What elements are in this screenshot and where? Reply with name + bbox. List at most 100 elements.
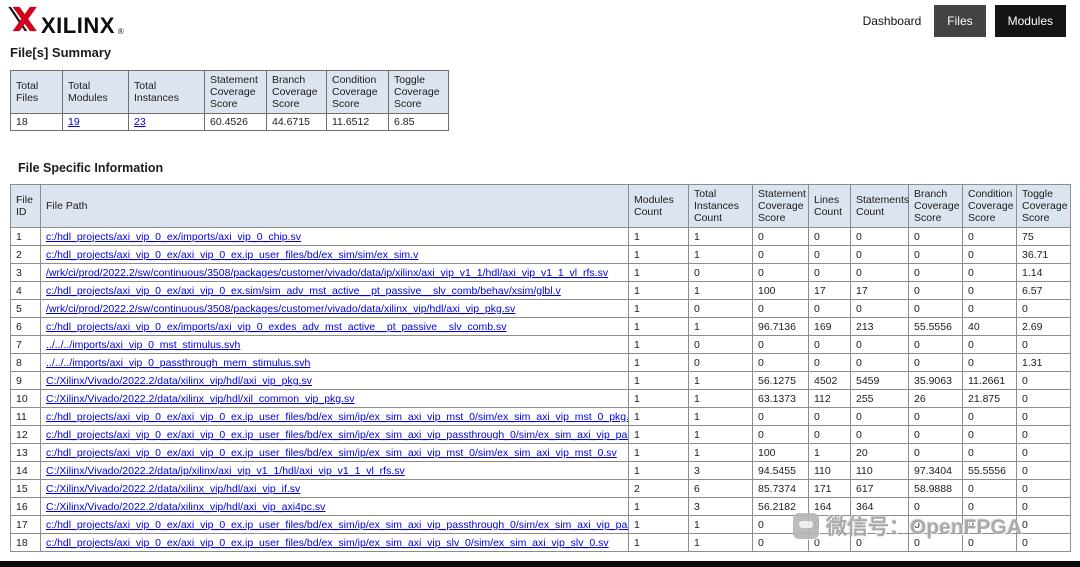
total-modules-cell: 19: [62, 113, 129, 131]
metric-cell: 0: [1016, 425, 1071, 444]
metric-cell: 364: [850, 497, 909, 516]
metric-cell: 0: [688, 299, 753, 318]
file-id-cell: 15: [10, 479, 41, 498]
metric-cell: 6.57: [1016, 281, 1071, 300]
metric-cell: 0: [850, 353, 909, 372]
col-file-path: File Path: [40, 184, 629, 228]
metric-cell: 1: [628, 317, 689, 336]
file-path-link[interactable]: c:/hdl_projects/axi_vip_0_ex/axi_vip_0_e…: [46, 537, 609, 549]
metric-cell: 26: [908, 389, 963, 408]
nav-modules[interactable]: Modules: [994, 5, 1066, 37]
metric-cell: 110: [850, 461, 909, 480]
file-path-cell: c:/hdl_projects/axi_vip_0_ex/imports/axi…: [40, 317, 629, 336]
metric-cell: 0: [752, 353, 809, 372]
metric-cell: 1: [628, 353, 689, 372]
file-path-cell: c:/hdl_projects/axi_vip_0_ex/axi_vip_0_e…: [40, 515, 629, 534]
file-path-link[interactable]: C:/Xilinx/Vivado/2022.2/data/ip/xilinx/a…: [46, 465, 405, 477]
file-path-link[interactable]: C:/Xilinx/Vivado/2022.2/data/xilinx_vip/…: [46, 501, 325, 513]
metric-cell: 0: [908, 299, 963, 318]
metric-cell: 0: [962, 245, 1017, 264]
metric-cell: 0: [752, 425, 809, 444]
brand-name: XILINX: [41, 12, 115, 38]
summary-value-row: 18 19 23 60.4526 44.6715 11.6512 6.85: [10, 113, 449, 131]
metric-cell: 1: [628, 389, 689, 408]
metric-cell: 0: [688, 335, 753, 354]
file-path-link[interactable]: ../../../imports/axi_vip_0_passthrough_m…: [46, 357, 310, 369]
metric-cell: 0: [908, 515, 963, 534]
file-path-link[interactable]: C:/Xilinx/Vivado/2022.2/data/xilinx_vip/…: [46, 375, 312, 387]
file-id-cell: 18: [10, 533, 41, 552]
table-row: 14 C:/Xilinx/Vivado/2022.2/data/ip/xilinx…: [10, 461, 1071, 480]
metric-cell: 0: [752, 335, 809, 354]
metric-cell: 0: [962, 335, 1017, 354]
metric-cell: 0: [850, 335, 909, 354]
col-toggle-coverage: Toggle Coverage Score: [1016, 184, 1071, 228]
table-row: 11 c:/hdl_projects/axi_vip_0_ex/axi_vip_0…: [10, 407, 1071, 426]
metric-cell: 97.3404: [908, 461, 963, 480]
metric-cell: 17: [850, 281, 909, 300]
nav-files[interactable]: Files: [934, 5, 986, 37]
metric-cell: 0: [850, 263, 909, 282]
file-path-cell: c:/hdl_projects/axi_vip_0_ex/imports/axi…: [40, 227, 629, 246]
table-row: 13 c:/hdl_projects/axi_vip_0_ex/axi_vip_0…: [10, 443, 1071, 462]
metric-cell: 4502: [808, 371, 851, 390]
table-row: 6 c:/hdl_projects/axi_vip_0_ex/imports/ax…: [10, 317, 1071, 336]
metric-cell: 1: [688, 533, 753, 552]
total-modules-link[interactable]: 19: [68, 116, 80, 128]
metric-cell: 58.9888: [908, 479, 963, 498]
file-path-link[interactable]: /wrk/ci/prod/2022.2/sw/continuous/3508/p…: [46, 303, 515, 315]
metric-cell: 1: [688, 515, 753, 534]
file-path-link[interactable]: c:/hdl_projects/axi_vip_0_ex/imports/axi…: [46, 231, 301, 243]
table-row: 1 c:/hdl_projects/axi_vip_0_ex/imports/ax…: [10, 227, 1071, 246]
metric-cell: 0: [1016, 407, 1071, 426]
metric-cell: 56.2182: [752, 497, 809, 516]
total-files-value: 18: [10, 113, 63, 131]
summary-header-total-files: Total Files: [10, 70, 63, 114]
col-lines-count: Lines Count: [808, 184, 851, 228]
col-condition-coverage: Condition Coverage Score: [962, 184, 1017, 228]
metric-cell: 0: [962, 281, 1017, 300]
metric-cell: 0: [752, 515, 809, 534]
metric-cell: 0: [1016, 461, 1071, 480]
file-path-link[interactable]: c:/hdl_projects/axi_vip_0_ex/axi_vip_0_e…: [46, 519, 628, 531]
col-modules-count: Modules Count: [628, 184, 689, 228]
total-instances-link[interactable]: 23: [134, 116, 146, 128]
metric-cell: 0: [908, 263, 963, 282]
file-path-cell: c:/hdl_projects/axi_vip_0_ex/axi_vip_0_e…: [40, 443, 629, 462]
metric-cell: 0: [962, 407, 1017, 426]
metric-cell: 164: [808, 497, 851, 516]
metric-cell: 2: [628, 479, 689, 498]
metric-cell: 0: [808, 335, 851, 354]
file-path-link[interactable]: c:/hdl_projects/axi_vip_0_ex/axi_vip_0_e…: [46, 285, 561, 297]
table-row: 2 c:/hdl_projects/axi_vip_0_ex/axi_vip_0_…: [10, 245, 1071, 264]
metric-cell: 0: [962, 227, 1017, 246]
file-path-link[interactable]: c:/hdl_projects/axi_vip_0_ex/axi_vip_0_e…: [46, 249, 418, 261]
file-path-link[interactable]: c:/hdl_projects/axi_vip_0_ex/imports/axi…: [46, 321, 507, 333]
metric-cell: 21.875: [962, 389, 1017, 408]
metric-cell: 36.71: [1016, 245, 1071, 264]
file-path-cell: C:/Xilinx/Vivado/2022.2/data/xilinx_vip/…: [40, 371, 629, 390]
metric-cell: 0: [908, 281, 963, 300]
file-path-link[interactable]: c:/hdl_projects/axi_vip_0_ex/axi_vip_0_e…: [46, 411, 628, 423]
col-statements-count: Statements Count: [850, 184, 909, 228]
file-path-cell: C:/Xilinx/Vivado/2022.2/data/xilinx_vip/…: [40, 497, 629, 516]
file-path-link[interactable]: c:/hdl_projects/axi_vip_0_ex/axi_vip_0_e…: [46, 447, 617, 459]
metric-cell: 3: [688, 461, 753, 480]
metric-cell: 213: [850, 317, 909, 336]
file-path-link[interactable]: ../../../imports/axi_vip_0_mst_stimulus.…: [46, 339, 240, 351]
metric-cell: 0: [1016, 533, 1071, 552]
metric-cell: 0: [908, 497, 963, 516]
metric-cell: 617: [850, 479, 909, 498]
file-path-link[interactable]: C:/Xilinx/Vivado/2022.2/data/xilinx_vip/…: [46, 483, 300, 495]
metric-cell: 0: [808, 425, 851, 444]
metric-cell: 0: [808, 515, 851, 534]
nav-dashboard[interactable]: Dashboard: [859, 5, 926, 37]
metric-cell: 0: [1016, 389, 1071, 408]
file-path-link[interactable]: c:/hdl_projects/axi_vip_0_ex/axi_vip_0_e…: [46, 429, 628, 441]
file-path-link[interactable]: C:/Xilinx/Vivado/2022.2/data/xilinx_vip/…: [46, 393, 355, 405]
metric-cell: 100: [752, 281, 809, 300]
metric-cell: 1: [688, 245, 753, 264]
file-path-link[interactable]: /wrk/ci/prod/2022.2/sw/continuous/3508/p…: [46, 267, 608, 279]
metric-cell: 0: [808, 533, 851, 552]
metric-cell: 0: [808, 263, 851, 282]
